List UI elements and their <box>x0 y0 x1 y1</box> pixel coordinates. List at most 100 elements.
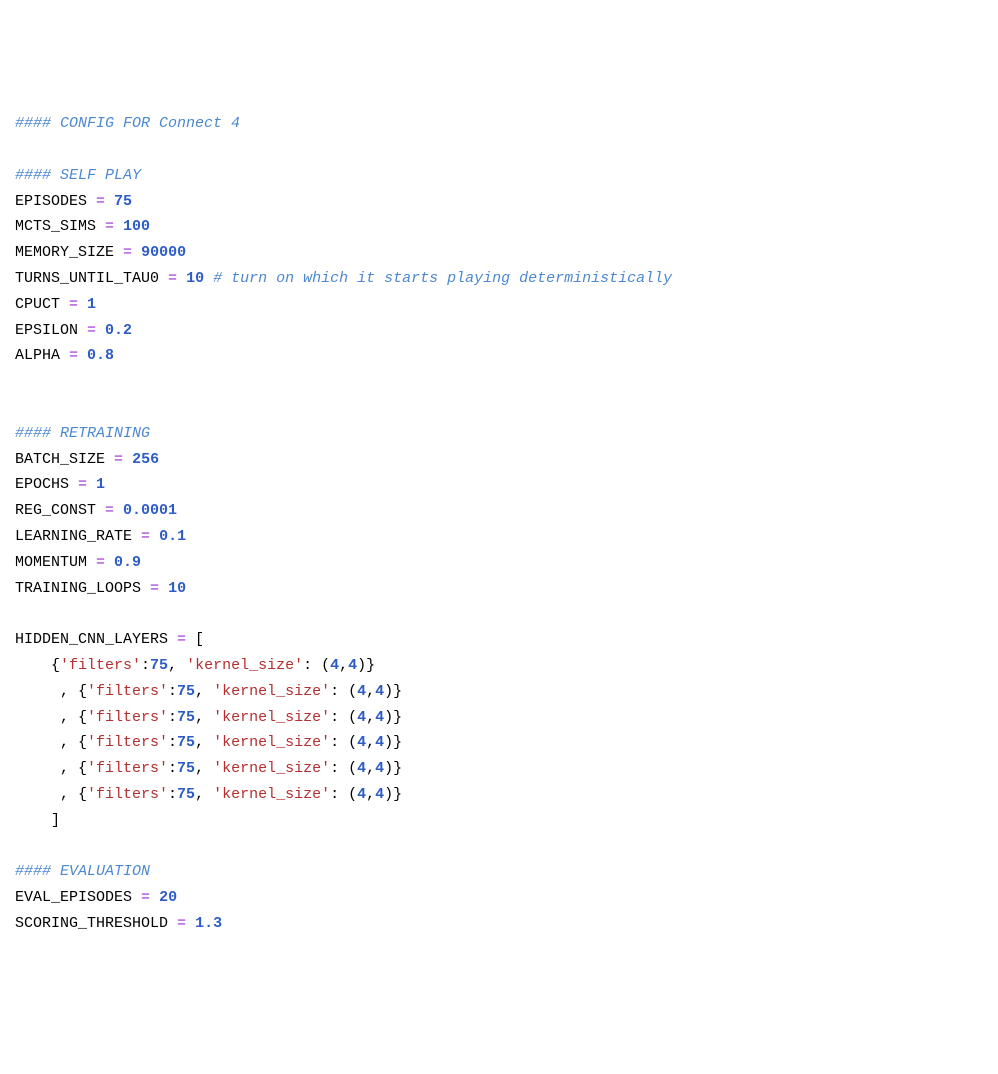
token-p: , <box>366 760 375 777</box>
token-num: 4 <box>357 683 366 700</box>
token-op: = <box>69 296 78 313</box>
token-num: 4 <box>375 760 384 777</box>
token-num: 256 <box>132 451 159 468</box>
token-v: SCORING_THRESHOLD <box>15 915 177 932</box>
token-p: : ( <box>330 734 357 751</box>
token-num: 10 <box>186 270 204 287</box>
code-line: , {'filters':75, 'kernel_size': (4,4)} <box>15 756 983 782</box>
code-line <box>15 137 983 163</box>
token-op: = <box>105 502 114 519</box>
code-line: TRAINING_LOOPS = 10 <box>15 576 983 602</box>
code-line: SCORING_THRESHOLD = 1.3 <box>15 911 983 937</box>
token-v: EVAL_EPISODES <box>15 889 141 906</box>
token-v: EPOCHS <box>15 476 78 493</box>
token-num: 4 <box>375 734 384 751</box>
token-str: 'filters' <box>87 683 168 700</box>
token-v: , { <box>15 734 87 751</box>
token-str: 'filters' <box>87 734 168 751</box>
token-v <box>105 554 114 571</box>
token-num: 75 <box>177 734 195 751</box>
token-op: = <box>141 528 150 545</box>
token-v <box>177 270 186 287</box>
token-v <box>159 580 168 597</box>
token-c: # turn on which it starts playing determ… <box>213 270 672 287</box>
code-line: #### CONFIG FOR Connect 4 <box>15 111 983 137</box>
token-v: REG_CONST <box>15 502 105 519</box>
token-op: = <box>150 580 159 597</box>
code-line: MOMENTUM = 0.9 <box>15 550 983 576</box>
code-line: , {'filters':75, 'kernel_size': (4,4)} <box>15 705 983 731</box>
token-num: 75 <box>177 786 195 803</box>
code-line <box>15 369 983 395</box>
token-num: 75 <box>177 760 195 777</box>
token-num: 4 <box>357 760 366 777</box>
token-p: : <box>168 734 177 751</box>
token-op: = <box>114 451 123 468</box>
token-str: 'kernel_size' <box>213 786 330 803</box>
code-line: , {'filters':75, 'kernel_size': (4,4)} <box>15 730 983 756</box>
token-v: MEMORY_SIZE <box>15 244 123 261</box>
code-line <box>15 395 983 421</box>
token-p: : ( <box>330 760 357 777</box>
token-op: = <box>177 915 186 932</box>
token-p: , <box>195 786 213 803</box>
code-line: #### SELF PLAY <box>15 163 983 189</box>
token-c: #### EVALUATION <box>15 863 150 880</box>
token-str: 'kernel_size' <box>213 709 330 726</box>
token-p: : <box>168 683 177 700</box>
token-c: #### CONFIG FOR Connect 4 <box>15 115 240 132</box>
token-num: 4 <box>357 786 366 803</box>
token-p: , <box>339 657 348 674</box>
token-v: CPUCT <box>15 296 69 313</box>
code-line: EPSILON = 0.2 <box>15 318 983 344</box>
token-num: 1 <box>96 476 105 493</box>
token-c: #### RETRAINING <box>15 425 150 442</box>
token-p: : <box>168 786 177 803</box>
token-num: 1.3 <box>195 915 222 932</box>
code-line: TURNS_UNTIL_TAU0 = 10 # turn on which it… <box>15 266 983 292</box>
token-num: 4 <box>375 683 384 700</box>
token-p: , <box>195 709 213 726</box>
token-op: = <box>168 270 177 287</box>
token-p: , <box>168 657 186 674</box>
token-p: : ( <box>330 786 357 803</box>
token-v: EPISODES <box>15 193 96 210</box>
token-str: 'kernel_size' <box>213 760 330 777</box>
token-v <box>132 244 141 261</box>
token-v: , { <box>15 709 87 726</box>
token-v: { <box>15 657 60 674</box>
token-v: , { <box>15 760 87 777</box>
code-block: #### CONFIG FOR Connect 4 #### SELF PLAY… <box>15 111 983 937</box>
code-line: ] <box>15 808 983 834</box>
token-op: = <box>69 347 78 364</box>
token-op: = <box>96 193 105 210</box>
code-line: #### EVALUATION <box>15 859 983 885</box>
token-v <box>105 193 114 210</box>
token-v <box>150 889 159 906</box>
token-num: 10 <box>168 580 186 597</box>
token-p: , <box>366 683 375 700</box>
token-v <box>96 322 105 339</box>
code-line: EVAL_EPISODES = 20 <box>15 885 983 911</box>
code-line <box>15 601 983 627</box>
token-num: 75 <box>177 709 195 726</box>
token-v <box>186 915 195 932</box>
token-num: 0.9 <box>114 554 141 571</box>
token-p: , <box>195 734 213 751</box>
code-line: , {'filters':75, 'kernel_size': (4,4)} <box>15 679 983 705</box>
token-v: MOMENTUM <box>15 554 96 571</box>
token-v: TURNS_UNTIL_TAU0 <box>15 270 168 287</box>
token-str: 'filters' <box>60 657 141 674</box>
token-p: , <box>195 760 213 777</box>
token-num: 4 <box>375 709 384 726</box>
token-str: 'filters' <box>87 709 168 726</box>
token-num: 75 <box>150 657 168 674</box>
token-p: )} <box>384 709 402 726</box>
code-line: #### RETRAINING <box>15 421 983 447</box>
token-p: , <box>366 786 375 803</box>
code-line: , {'filters':75, 'kernel_size': (4,4)} <box>15 782 983 808</box>
token-num: 0.1 <box>159 528 186 545</box>
code-line: MCTS_SIMS = 100 <box>15 214 983 240</box>
token-v <box>78 296 87 313</box>
token-v <box>78 347 87 364</box>
